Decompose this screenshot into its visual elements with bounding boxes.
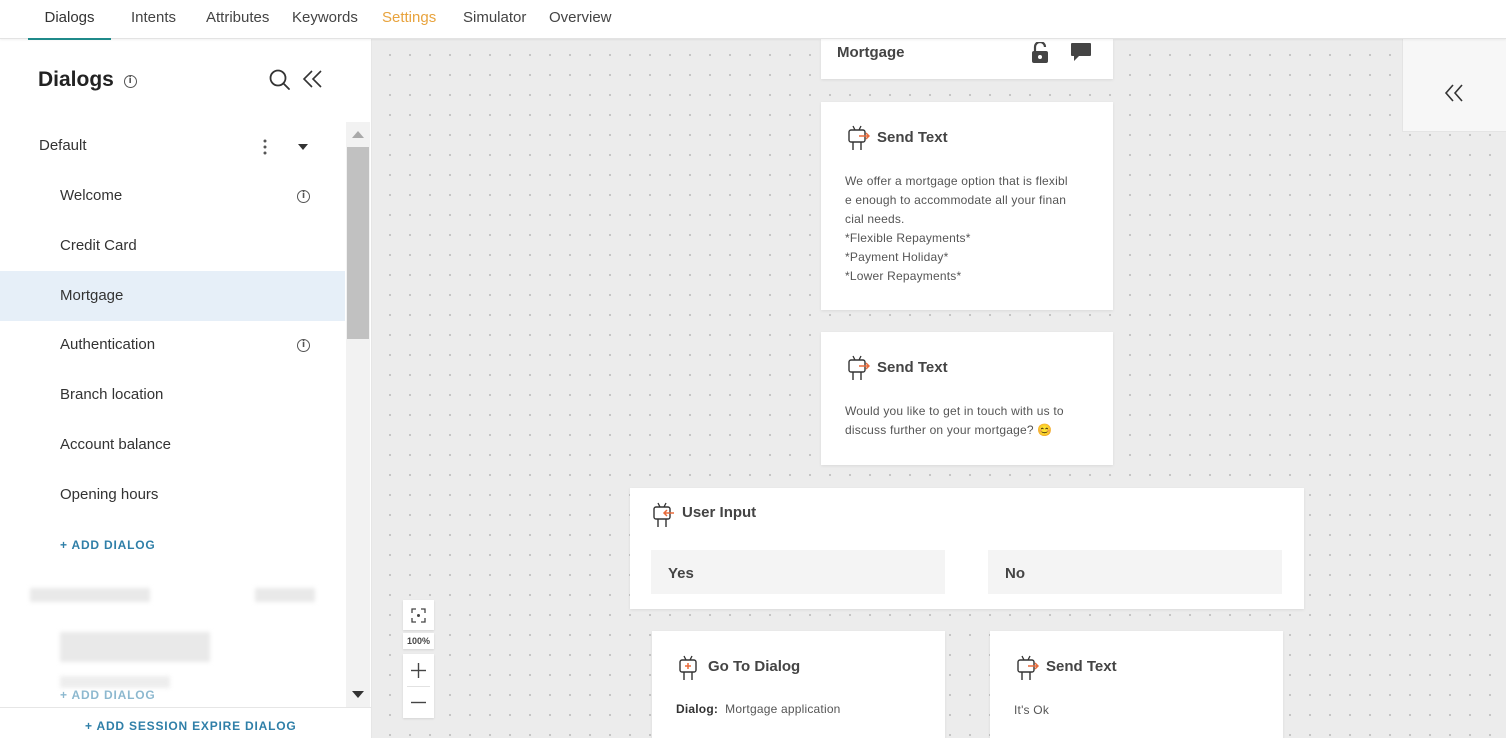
redacted-dialog-item bbox=[60, 676, 170, 688]
tab-simulator[interactable]: Simulator bbox=[463, 0, 526, 38]
fit-screen-icon bbox=[411, 608, 426, 623]
zoom-out-icon[interactable] bbox=[410, 694, 427, 711]
add-dialog-link-2[interactable]: + ADD DIALOG bbox=[60, 688, 156, 702]
dialog-group-label: Default bbox=[39, 137, 87, 154]
dialogs-sidebar: Dialogs i Default Welcome i Credit Card … bbox=[0, 39, 372, 738]
send-text-node[interactable]: Send Text We offer a mortgage option tha… bbox=[821, 102, 1113, 310]
right-panel-collapsed bbox=[1402, 39, 1506, 132]
option-label: No bbox=[1005, 565, 1025, 582]
go-to-dialog-label: Dialog: bbox=[676, 702, 719, 716]
user-input-robot-icon bbox=[653, 502, 674, 527]
comment-icon[interactable] bbox=[1070, 42, 1092, 62]
node-title: Send Text bbox=[877, 129, 948, 146]
sidebar-item-label: Welcome bbox=[60, 187, 123, 204]
scroll-up-icon[interactable] bbox=[352, 131, 364, 138]
dialog-header-title: Mortgage bbox=[837, 44, 905, 61]
info-icon[interactable]: i bbox=[297, 190, 310, 203]
node-message-text: It's Ok bbox=[1014, 703, 1050, 717]
add-session-expire-dialog-link[interactable]: + ADD SESSION EXPIRE DIALOG bbox=[85, 719, 297, 733]
sidebar-item-credit-card[interactable]: Credit Card bbox=[0, 222, 345, 270]
go-to-dialog-robot-icon bbox=[679, 655, 697, 680]
zoom-in-icon[interactable] bbox=[410, 662, 427, 679]
sidebar-scrollbar-thumb[interactable] bbox=[347, 147, 369, 339]
node-title: User Input bbox=[682, 504, 757, 521]
node-title: Send Text bbox=[1046, 658, 1117, 675]
lock-open-icon[interactable] bbox=[1031, 42, 1049, 64]
info-icon[interactable]: i bbox=[297, 339, 310, 352]
sidebar-item-welcome[interactable]: Welcome i bbox=[0, 172, 345, 220]
send-text-robot-icon bbox=[1017, 655, 1039, 680]
send-text-node[interactable]: Send Text Would you like to get in touch… bbox=[821, 332, 1113, 465]
sidebar-title: Dialogs i bbox=[38, 68, 137, 92]
more-vertical-icon[interactable] bbox=[262, 138, 268, 156]
send-text-robot-icon bbox=[848, 355, 870, 380]
scroll-down-icon[interactable] bbox=[352, 691, 364, 698]
redacted-group-label bbox=[30, 588, 150, 602]
option-label: Yes bbox=[668, 565, 694, 582]
caret-down-icon[interactable] bbox=[297, 143, 309, 151]
tab-keywords[interactable]: Keywords bbox=[292, 0, 358, 38]
sidebar-item-account-balance[interactable]: Account balance bbox=[0, 421, 345, 469]
sidebar-item-label: Opening hours bbox=[60, 486, 159, 503]
tab-attributes[interactable]: Attributes bbox=[206, 0, 269, 38]
node-title: Send Text bbox=[877, 359, 948, 376]
sidebar-item-label: Authentication bbox=[60, 336, 156, 353]
tab-intents[interactable]: Intents bbox=[131, 0, 176, 38]
tab-dialogs[interactable]: Dialogs bbox=[28, 0, 111, 40]
info-icon[interactable]: i bbox=[123, 75, 137, 88]
sidebar-item-label: Credit Card bbox=[60, 237, 137, 254]
sidebar-item-authentication[interactable]: Authentication i bbox=[0, 321, 345, 369]
sidebar-item-branch-location[interactable]: Branch location bbox=[0, 371, 345, 419]
sidebar-item-opening-hours[interactable]: Opening hours bbox=[0, 471, 345, 519]
collapse-sidebar-icon[interactable] bbox=[302, 68, 324, 90]
top-navigation: Dialogs Intents Attributes Keywords Sett… bbox=[0, 0, 1506, 40]
tab-settings[interactable]: Settings bbox=[382, 0, 436, 38]
zoom-level: 100% bbox=[403, 633, 434, 649]
sidebar-item-label: Account balance bbox=[60, 436, 171, 453]
dialog-group-default[interactable]: Default bbox=[0, 122, 345, 170]
send-text-robot-icon bbox=[848, 125, 870, 150]
sidebar-title-text: Dialogs bbox=[38, 68, 114, 91]
zoom-divider bbox=[407, 686, 430, 687]
sidebar-item-mortgage[interactable]: Mortgage bbox=[0, 271, 345, 321]
go-to-dialog-value: Mortgage application bbox=[725, 702, 841, 716]
fit-to-screen-button[interactable] bbox=[403, 600, 434, 630]
sidebar-footer: + ADD SESSION EXPIRE DIALOG bbox=[0, 707, 371, 738]
dialog-header-node[interactable]: Mortgage bbox=[821, 39, 1113, 79]
node-message-text: We offer a mortgage option that is flexi… bbox=[845, 174, 1068, 283]
option-yes[interactable]: Yes bbox=[651, 550, 945, 594]
search-icon[interactable] bbox=[268, 68, 292, 92]
add-dialog-link[interactable]: + ADD DIALOG bbox=[60, 538, 156, 552]
sidebar-item-label: Branch location bbox=[60, 386, 164, 403]
go-to-dialog-target: Dialog: Mortgage application bbox=[676, 700, 841, 719]
send-text-node[interactable]: Send Text It's Ok bbox=[990, 631, 1283, 738]
redacted-dialog-item bbox=[60, 632, 210, 662]
zoom-controls bbox=[403, 654, 434, 718]
redacted-group-controls bbox=[255, 588, 315, 602]
dialog-canvas[interactable]: Mortgage Send Text We offer a mortgage o… bbox=[372, 39, 1506, 738]
node-message-text: Would you like to get in touch with us t… bbox=[845, 404, 1064, 437]
user-input-node[interactable]: User Input Yes No bbox=[630, 488, 1304, 609]
go-to-dialog-node[interactable]: Go To Dialog Dialog: Mortgage applicatio… bbox=[652, 631, 945, 738]
sidebar-item-label: Mortgage bbox=[60, 287, 124, 304]
tab-overview[interactable]: Overview bbox=[549, 0, 612, 38]
node-title: Go To Dialog bbox=[708, 658, 801, 675]
expand-panel-icon[interactable] bbox=[1444, 83, 1464, 103]
option-no[interactable]: No bbox=[988, 550, 1282, 594]
